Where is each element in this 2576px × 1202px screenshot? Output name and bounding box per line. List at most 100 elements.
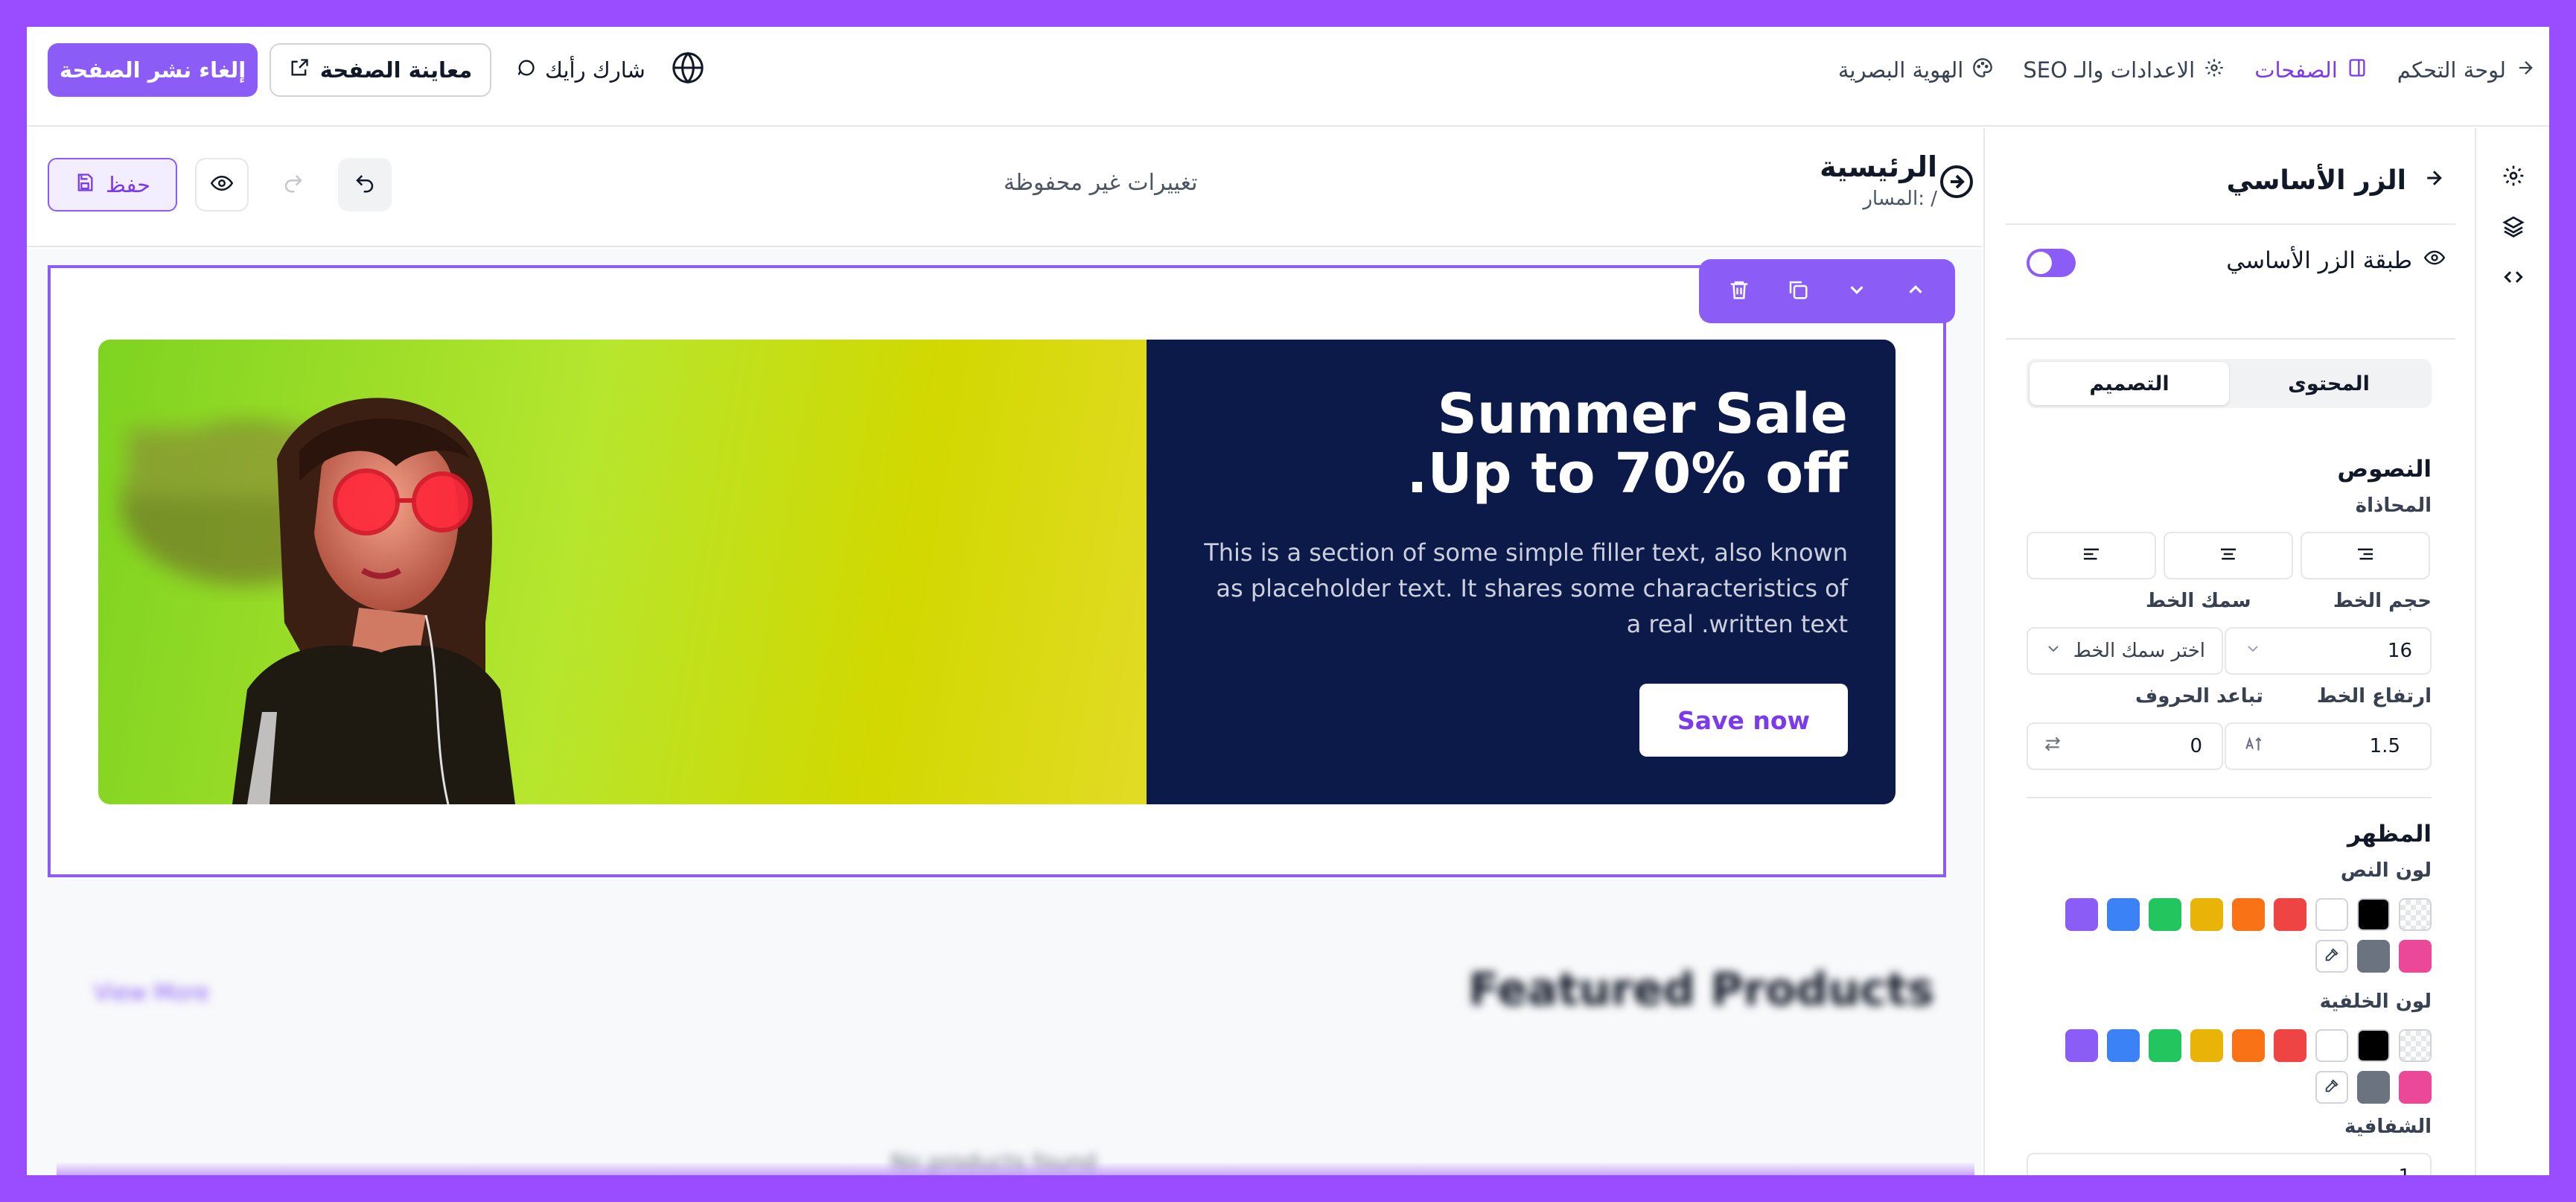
- chevron-down-icon[interactable]: [1846, 279, 1868, 304]
- promo-banner: Summer Sale .Up to 70% off This is a sec…: [98, 340, 1896, 804]
- swatch-transparent[interactable]: [2399, 898, 2432, 931]
- save-now-button[interactable]: Save now: [1639, 684, 1848, 757]
- preview-toggle-button[interactable]: [195, 158, 249, 212]
- align-left-button[interactable]: [2027, 532, 2156, 579]
- page-preview-area: Summer Sale .Up to 70% off This is a sec…: [27, 249, 1982, 1175]
- opacity-label: الشفافية: [2344, 1116, 2432, 1138]
- swatch-orange[interactable]: [2232, 1029, 2265, 1062]
- nav-pages[interactable]: الصفحات: [2254, 57, 2368, 83]
- layers-icon[interactable]: [2502, 214, 2525, 241]
- preview-page-label: معاينة الصفحة: [319, 57, 473, 83]
- swatch-orange[interactable]: [2232, 898, 2265, 931]
- selected-section[interactable]: Summer Sale .Up to 70% off This is a sec…: [48, 265, 1946, 877]
- back-arrow-icon[interactable]: [2423, 165, 2445, 196]
- line-height-value: 1.5: [2369, 735, 2400, 757]
- arrow-right-icon: [2515, 57, 2536, 83]
- line-height-label: ارتفاع الخط: [2316, 685, 2432, 707]
- swatch-purple[interactable]: [2065, 898, 2098, 931]
- swatch-purple[interactable]: [2065, 1029, 2098, 1062]
- align-right-button[interactable]: [2301, 532, 2430, 579]
- swatch-yellow[interactable]: [2190, 898, 2223, 931]
- swatch-green[interactable]: [2149, 1029, 2181, 1062]
- properties-panel: الزر الأساسي طبقة الزر الأساسي التصميم ا…: [1983, 128, 2475, 1175]
- swatch-blue[interactable]: [2107, 1029, 2140, 1062]
- section-toolbar: [1699, 259, 1955, 323]
- eye-icon: [210, 172, 234, 197]
- swatch-black[interactable]: [2357, 1029, 2390, 1062]
- woman-with-sunglasses-illustration: [121, 398, 515, 804]
- settings-icon[interactable]: [2502, 164, 2525, 191]
- swatch-white[interactable]: [2315, 1029, 2348, 1062]
- feedback-label: شارك رأيك: [545, 57, 645, 83]
- swatch-yellow[interactable]: [2190, 1029, 2223, 1062]
- panel-header: الزر الأساسي: [2227, 165, 2445, 196]
- swatch-white[interactable]: [2315, 898, 2348, 931]
- swatch-black[interactable]: [2357, 898, 2390, 931]
- text-color-label: لون النص: [2340, 859, 2432, 882]
- letter-spacing-input[interactable]: 0: [2027, 722, 2223, 770]
- section-divider: [2027, 797, 2432, 798]
- view-more-link[interactable]: View More: [94, 980, 209, 1006]
- panel-divider: [2006, 338, 2455, 340]
- align-center-button[interactable]: [2164, 532, 2293, 579]
- swatch-blue[interactable]: [2107, 898, 2140, 931]
- eyedropper-button[interactable]: [2315, 1071, 2348, 1104]
- font-weight-select[interactable]: اختر سمك الخط: [2027, 627, 2223, 675]
- chevron-up-icon[interactable]: [1904, 279, 1927, 304]
- swatch-pink[interactable]: [2399, 940, 2432, 973]
- panel-divider: [2006, 223, 2455, 225]
- nav-settings-seo[interactable]: الاعدادات والـ SEO: [2023, 57, 2225, 83]
- language-button[interactable]: [661, 43, 715, 97]
- nav-branding[interactable]: الهوية البصرية: [1838, 57, 1994, 83]
- line-height-input[interactable]: 1.5: [2225, 722, 2432, 770]
- swatch-red[interactable]: [2274, 898, 2306, 931]
- chat-bubble-icon: [515, 57, 536, 83]
- nav-dashboard[interactable]: لوحة التحكم: [2397, 57, 2536, 83]
- feedback-button[interactable]: شارك رأيك: [515, 43, 645, 97]
- preview-page-button[interactable]: معاينة الصفحة: [270, 43, 491, 97]
- swatch-transparent[interactable]: [2399, 1029, 2432, 1062]
- tab-design[interactable]: التصميم: [2030, 362, 2229, 405]
- layer-visibility-toggle[interactable]: [2027, 249, 2076, 277]
- letter-spacing-value: 0: [2190, 735, 2202, 757]
- font-size-value: 16: [2387, 640, 2412, 662]
- code-icon[interactable]: [2502, 265, 2525, 292]
- swatch-gray[interactable]: [2357, 940, 2390, 973]
- editor-canvas: حفظ تغييرات غير محفوظة الرئيسية المسار: …: [27, 128, 1982, 1175]
- unpublish-button[interactable]: إلغاء نشر الصفحة: [48, 43, 258, 97]
- save-icon: [74, 172, 95, 198]
- go-to-page-icon[interactable]: [1939, 164, 1974, 203]
- gear-icon: [2204, 57, 2225, 83]
- swatch-red[interactable]: [2274, 1029, 2306, 1062]
- layer-label: طبقة الزر الأساسي: [2226, 247, 2412, 274]
- save-button[interactable]: حفظ: [48, 158, 177, 212]
- bg-color-swatches: [2065, 1029, 2432, 1062]
- opacity-input[interactable]: 1: [2027, 1153, 2432, 1175]
- swatch-pink[interactable]: [2399, 1071, 2432, 1104]
- eyedropper-button[interactable]: [2315, 940, 2348, 973]
- font-weight-label: سمك الخط: [2146, 590, 2251, 612]
- letter-spacing-icon: [2043, 734, 2062, 759]
- undo-button[interactable]: [338, 158, 392, 212]
- font-size-input[interactable]: 16: [2225, 627, 2432, 675]
- nav-branding-label: الهوية البصرية: [1837, 57, 1964, 83]
- duplicate-icon[interactable]: [1787, 279, 1809, 304]
- unsaved-status: تغييرات غير محفوظة: [1004, 170, 1198, 196]
- texts-heading: النصوص: [2337, 456, 2432, 483]
- redo-button[interactable]: [267, 158, 320, 212]
- opacity-value: 1: [2398, 1166, 2411, 1175]
- page-path: المسار: /: [1863, 188, 1937, 210]
- tab-content[interactable]: المحتوى: [2229, 362, 2429, 405]
- swatch-gray[interactable]: [2357, 1071, 2390, 1104]
- trash-icon[interactable]: [1728, 279, 1750, 304]
- nav-settings-label: الاعدادات والـ SEO: [2023, 57, 2196, 83]
- alignment-label: المحاذاة: [2355, 495, 2432, 517]
- align-center-icon: [2217, 543, 2239, 568]
- swatch-green[interactable]: [2149, 898, 2181, 931]
- banner-description: This is a section of some simple filler …: [1204, 538, 1848, 638]
- eye-icon: [2423, 247, 2446, 274]
- palette-icon: [1972, 57, 1993, 83]
- page-bar: حفظ تغييرات غير محفوظة الرئيسية المسار: …: [27, 128, 1982, 247]
- redo-icon: [282, 172, 305, 197]
- icon-rail: [2475, 128, 2549, 1175]
